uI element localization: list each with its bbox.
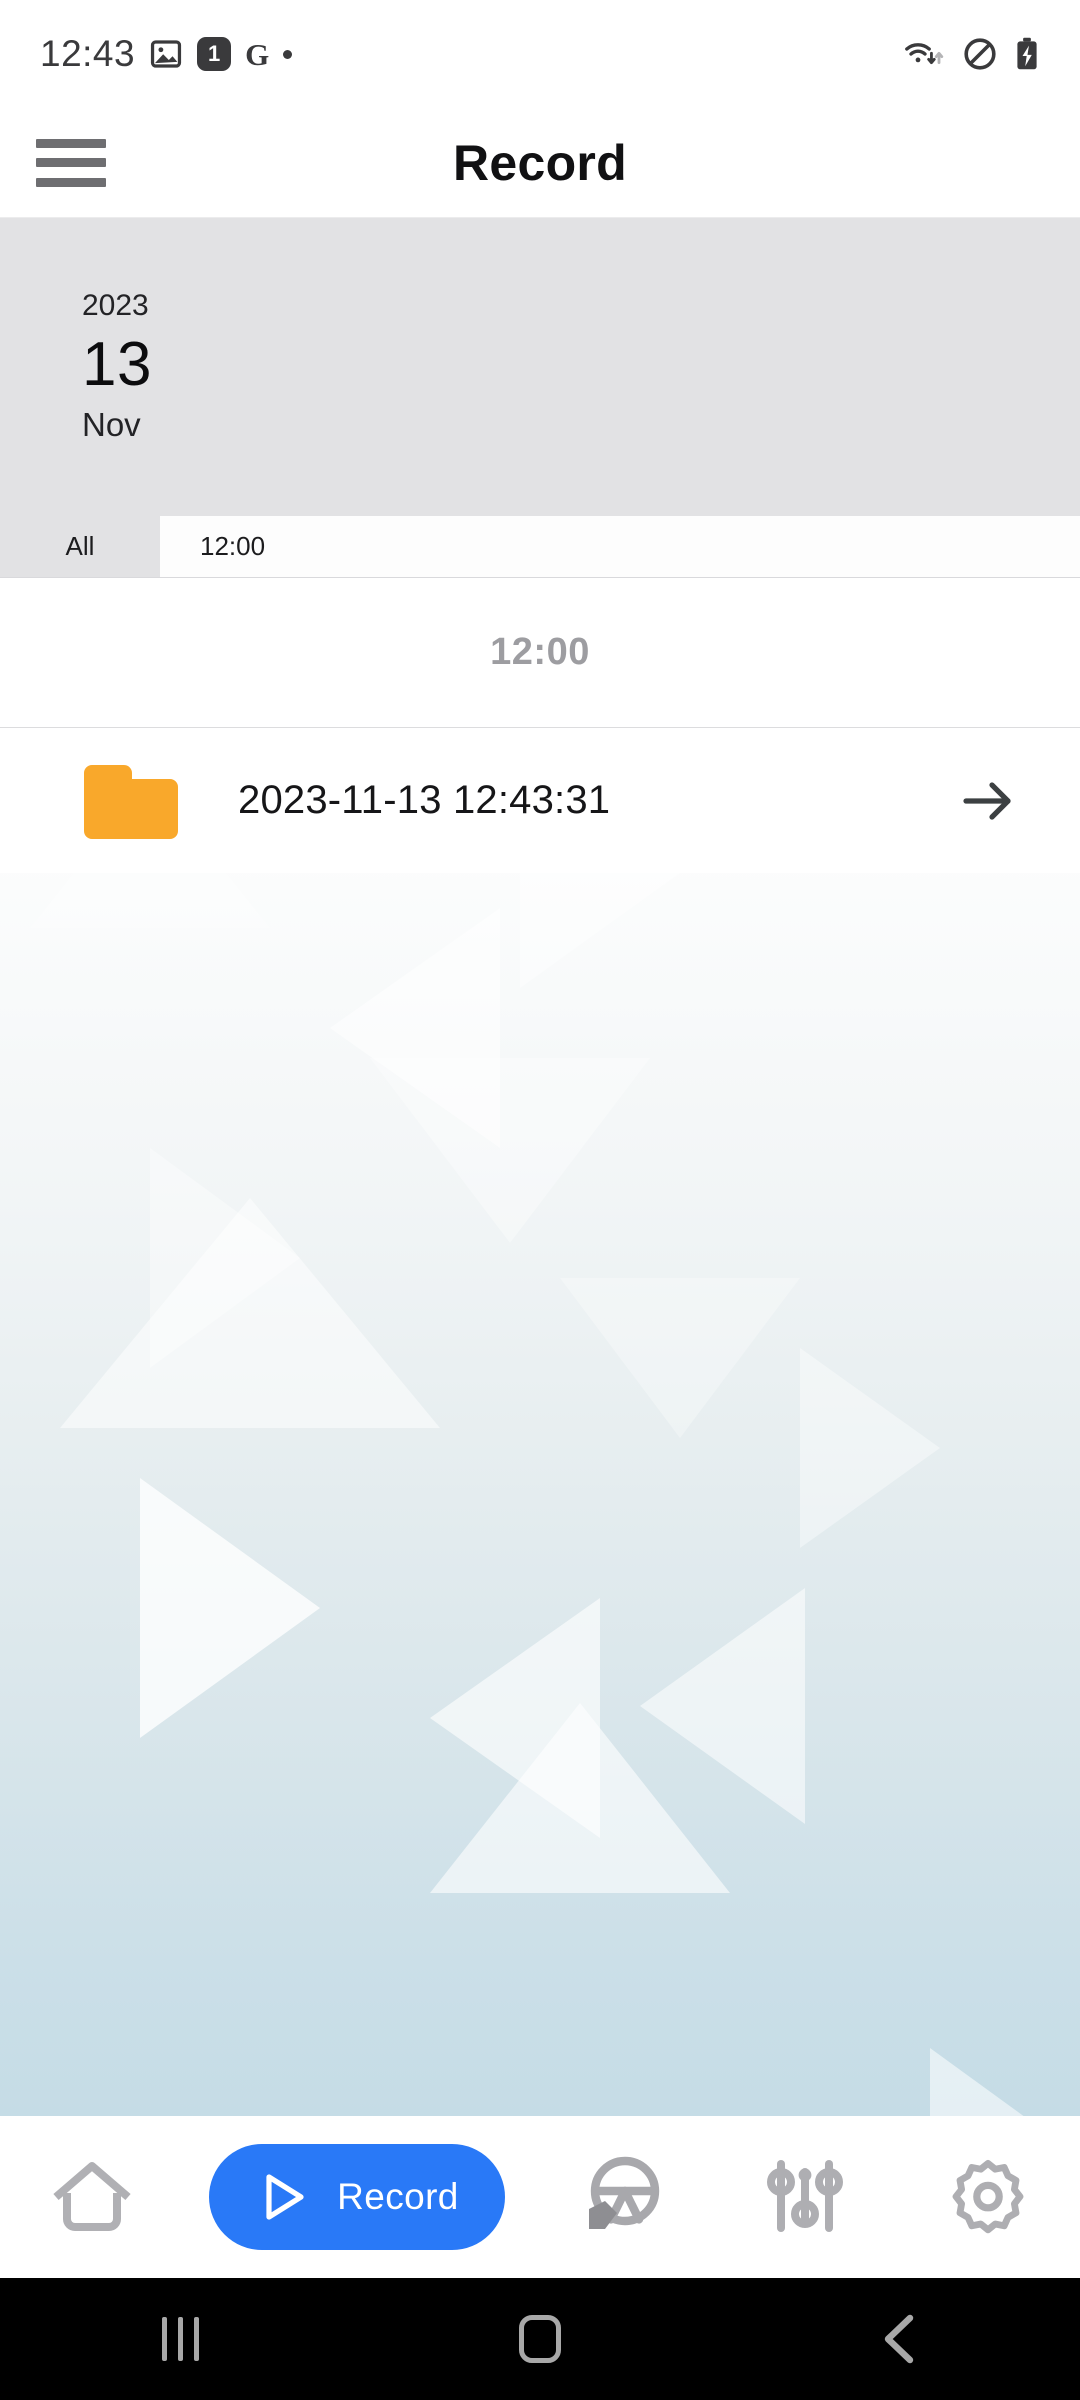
background-triangle [560, 1278, 800, 1438]
hamburger-line [36, 158, 106, 167]
background-triangle [640, 1588, 805, 1824]
background-triangle [800, 1348, 940, 1548]
battery-charging-icon [1017, 37, 1037, 70]
background-triangle [430, 1703, 730, 1893]
android-recents-button[interactable] [0, 2317, 360, 2361]
nav-item-record[interactable]: Record [183, 2116, 531, 2278]
bottom-navigation-bar: Record [0, 2116, 1080, 2278]
app-screen: 12:43 1 G Record 2023 13 Nov All 12:00 1… [0, 0, 1080, 2400]
recents-bar [193, 2317, 199, 2361]
wifi-icon [905, 43, 944, 65]
date-panel[interactable]: 2023 13 Nov [0, 218, 1080, 516]
gear-icon [953, 2160, 1024, 2234]
steering-wheel-icon [589, 2156, 660, 2229]
tab-strip: All 12:00 [0, 516, 1080, 578]
record-button-label: Record [337, 2176, 459, 2217]
do-not-disturb-icon [964, 38, 996, 70]
recents-bar [161, 2317, 167, 2361]
tab-all[interactable]: All [0, 516, 160, 577]
hamburger-menu-icon[interactable] [36, 138, 106, 187]
page-title: Record [452, 134, 628, 191]
notification-badge-icon: 1 [197, 37, 232, 71]
app-bar: Record [0, 108, 1080, 218]
list-item[interactable]: 2023-11-13 12:43:31 [0, 728, 1080, 873]
android-system-navigation-bar [0, 2278, 1080, 2400]
recents-icon [161, 2317, 199, 2361]
content-area: 12:00 2023-11-13 12:43:31 [0, 578, 1080, 2116]
play-icon [266, 2174, 304, 2220]
record-button[interactable]: Record [209, 2144, 505, 2250]
hamburger-line [36, 177, 106, 187]
background-triangle [150, 1148, 300, 1368]
status-bar-left: 12:43 1 G [40, 33, 293, 75]
nav-item-home[interactable] [0, 2116, 183, 2278]
home-icon [519, 2315, 561, 2363]
background-triangle [370, 1058, 650, 1243]
android-home-button[interactable] [360, 2315, 720, 2363]
back-icon [884, 2314, 914, 2364]
hamburger-line [36, 138, 106, 148]
status-clock: 12:43 [40, 33, 136, 74]
background-triangle [140, 1478, 320, 1738]
list-item-label: 2023-11-13 12:43:31 [238, 778, 611, 822]
date-month: Nov [82, 405, 141, 443]
background-triangle [330, 908, 500, 1148]
background-triangle [60, 1198, 440, 1428]
list-section-header: 12:00 [0, 578, 1080, 728]
date-day: 13 [82, 329, 152, 399]
background-triangle [430, 1598, 600, 1838]
nav-item-adjust[interactable] [714, 2116, 897, 2278]
background-triangle [930, 2048, 1040, 2116]
dot-icon [283, 49, 293, 59]
date-year: 2023 [82, 289, 149, 323]
nav-item-driving[interactable] [531, 2116, 714, 2278]
folder-icon [80, 759, 178, 843]
status-bar: 12:43 1 G [0, 0, 1080, 108]
image-icon [151, 40, 182, 68]
recents-bar [177, 2317, 183, 2361]
google-icon: G [245, 36, 270, 72]
tab-time[interactable]: 12:00 [160, 516, 1080, 577]
sliders-icon [767, 2160, 844, 2232]
status-bar-right [904, 36, 1040, 72]
arrow-right-icon[interactable] [960, 777, 1018, 825]
nav-item-settings[interactable] [897, 2116, 1080, 2278]
home-icon [52, 2162, 131, 2231]
android-back-button[interactable] [720, 2312, 1080, 2366]
